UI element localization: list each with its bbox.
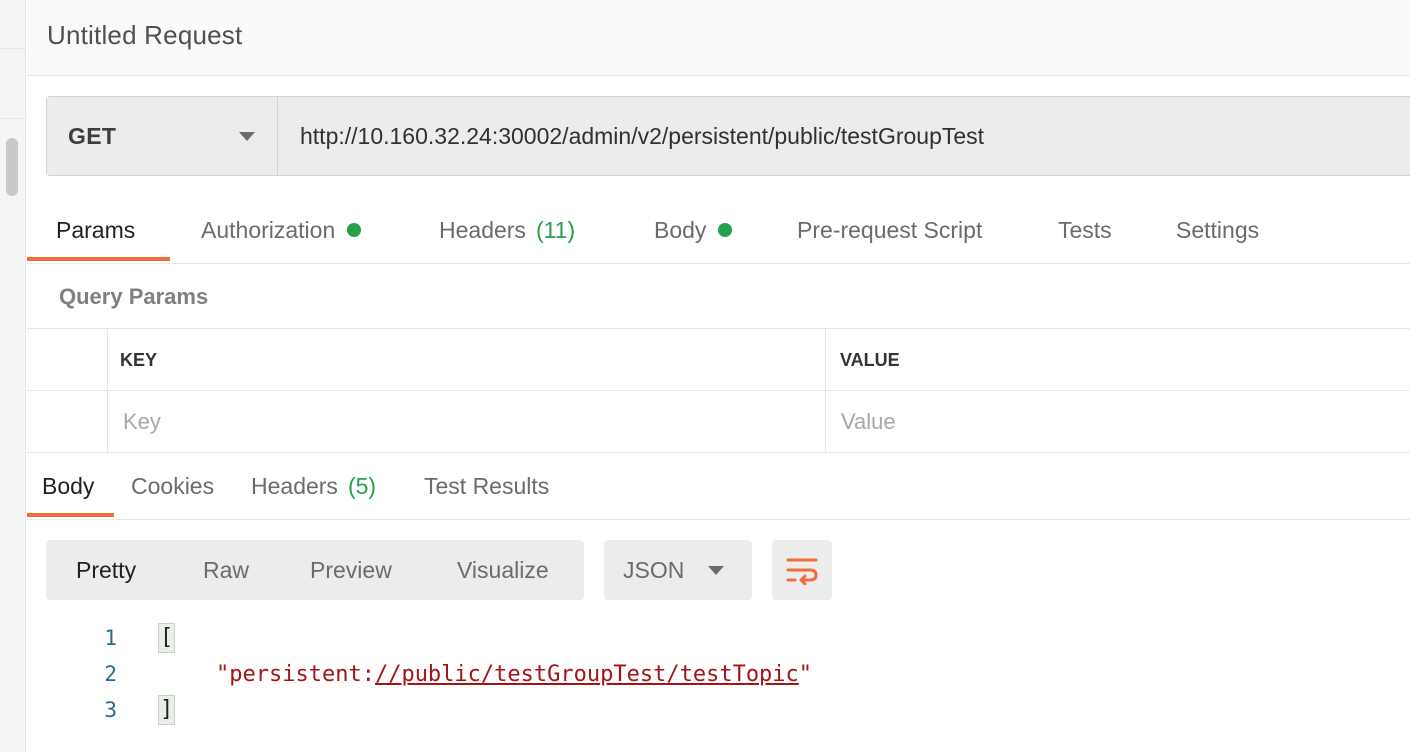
tab-label: Headers	[251, 472, 338, 499]
tab-cookies[interactable]: Cookies	[131, 455, 214, 517]
table-header-key: KEY	[107, 329, 825, 391]
response-code-view[interactable]: 1 [ 2 "persistent://public/testGroupTest…	[27, 620, 1410, 752]
format-visualize-button[interactable]: Visualize	[457, 540, 549, 600]
wrap-lines-button[interactable]	[772, 540, 832, 600]
status-dot-icon	[718, 223, 733, 237]
tab-label: Headers	[439, 216, 526, 243]
request-tabs: Params Authorization Headers (11) Body P…	[27, 197, 1410, 264]
table-header-value: VALUE	[825, 329, 1410, 391]
tab-label: Cookies	[131, 472, 215, 499]
tab-params[interactable]: Params	[56, 197, 135, 263]
tab-label: Params	[56, 216, 136, 243]
json-string: "persistent://public/testGroupTest/testT…	[216, 662, 812, 687]
tab-authorization[interactable]: Authorization	[201, 197, 362, 263]
chevron-down-icon	[708, 566, 724, 575]
json-string-link[interactable]: //public/testGroupTest/testTopic	[375, 662, 799, 687]
tab-response-headers[interactable]: Headers (5)	[251, 455, 376, 517]
status-dot-icon	[347, 223, 362, 237]
format-preview-button[interactable]: Preview	[310, 540, 392, 600]
json-bracket-open: [	[158, 623, 176, 653]
response-tabs: Body Cookies Headers (5) Test Results	[27, 455, 1410, 520]
active-tab-indicator	[27, 513, 114, 517]
title-bar: Untitled Request	[27, 0, 1410, 76]
table-header-cell	[27, 329, 107, 391]
table-header-row: KEY VALUE	[27, 329, 1410, 391]
headers-count: (11)	[535, 216, 576, 243]
language-value: JSON	[623, 556, 685, 583]
tab-label: Pre-request Script	[797, 216, 983, 243]
format-raw-button[interactable]: Raw	[203, 540, 249, 600]
tab-response-body[interactable]: Body	[42, 455, 94, 517]
method-value: GET	[68, 122, 117, 149]
sidebar-strip	[0, 0, 26, 752]
tab-test-results[interactable]: Test Results	[424, 455, 549, 517]
format-segmented-control: Pretty Raw Preview Visualize	[46, 540, 584, 600]
table-row: Key Value	[27, 391, 1410, 453]
key-input[interactable]: Key	[107, 391, 825, 453]
sidebar-divider	[0, 118, 26, 119]
method-select[interactable]: GET	[47, 97, 278, 175]
tab-tests[interactable]: Tests	[1058, 197, 1112, 263]
tab-settings[interactable]: Settings	[1176, 197, 1259, 263]
sidebar-scrollbar[interactable]	[6, 138, 18, 196]
json-bracket-close: ]	[158, 695, 176, 725]
tab-pre-request-script[interactable]: Pre-request Script	[797, 197, 982, 263]
active-tab-indicator	[27, 257, 170, 261]
line-number: 3	[104, 698, 117, 722]
sidebar-divider	[0, 48, 26, 49]
line-number: 1	[104, 626, 117, 650]
tab-label: Body	[42, 472, 95, 499]
tab-label: Authorization	[201, 216, 336, 243]
line-number: 2	[104, 662, 117, 686]
query-params-table: KEY VALUE Key Value	[27, 328, 1410, 453]
value-input[interactable]: Value	[825, 391, 1410, 453]
format-pretty-button[interactable]: Pretty	[76, 540, 136, 600]
url-bar: GET http://10.160.32.24:30002/admin/v2/p…	[46, 96, 1410, 176]
tab-label: Test Results	[424, 472, 550, 499]
wrap-lines-icon	[786, 558, 818, 585]
url-input[interactable]: http://10.160.32.24:30002/admin/v2/persi…	[278, 97, 1410, 175]
request-panel: Untitled Request GET http://10.160.32.24…	[27, 0, 1410, 752]
row-checkbox-cell	[27, 391, 107, 453]
json-string-prefix: "persistent:	[216, 661, 375, 687]
json-string-suffix: "	[798, 661, 813, 687]
tab-body[interactable]: Body	[654, 197, 733, 263]
tab-label: Body	[654, 216, 707, 243]
chevron-down-icon	[239, 132, 255, 141]
query-params-title: Query Params	[59, 284, 209, 309]
language-select[interactable]: JSON	[604, 540, 752, 600]
tab-headers[interactable]: Headers (11)	[439, 197, 575, 263]
tab-label: Tests	[1058, 216, 1112, 243]
request-title[interactable]: Untitled Request	[47, 20, 242, 51]
tab-label: Settings	[1176, 216, 1260, 243]
response-headers-count: (5)	[347, 472, 377, 499]
